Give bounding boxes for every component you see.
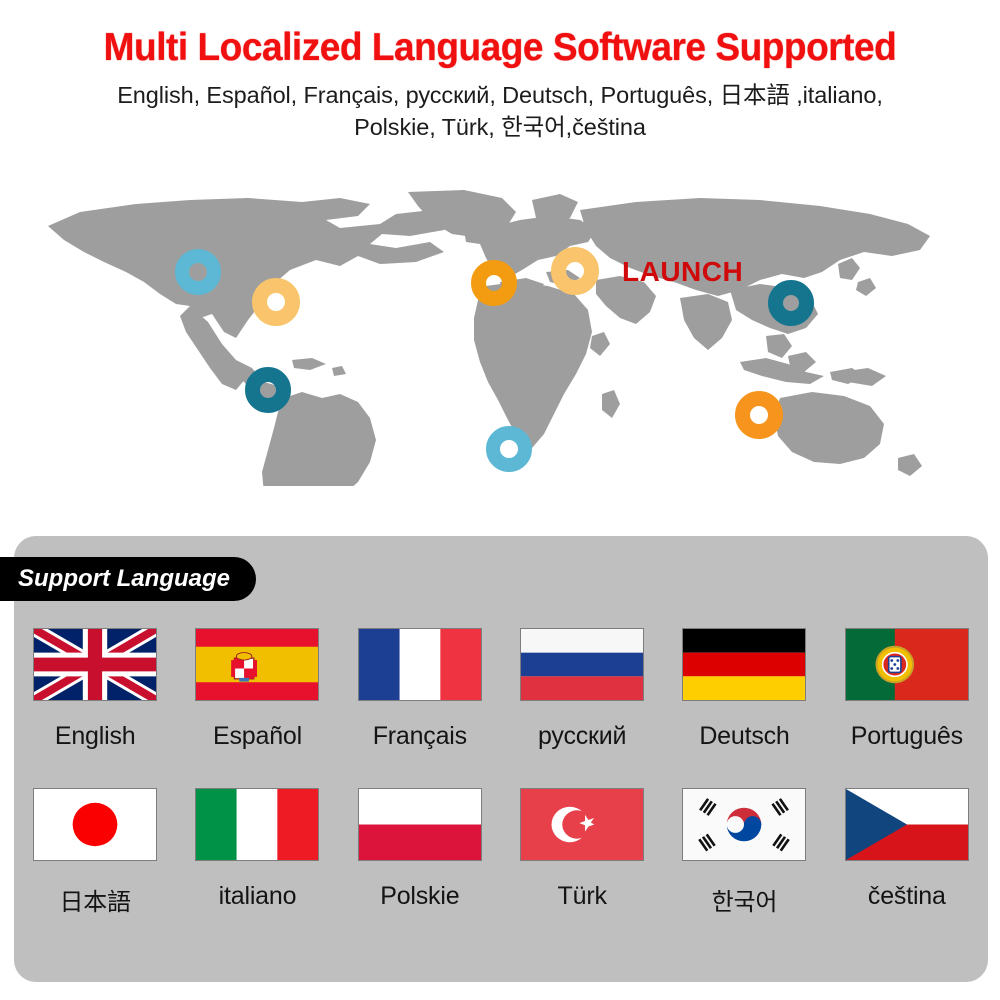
language-item-portugues[interactable]: Português	[826, 628, 988, 788]
language-label: Türk	[557, 882, 607, 910]
world-map: LAUNCH	[0, 186, 1000, 516]
marker-europe	[471, 260, 517, 306]
marker-africa-south	[486, 426, 532, 472]
language-label: Français	[372, 722, 467, 750]
support-language-badge-label: Support Language	[18, 565, 230, 592]
language-item-deutsch[interactable]: Deutsch	[663, 628, 825, 788]
language-label: čeština	[867, 882, 946, 910]
language-grid: English Español Français русский Deutsch…	[14, 628, 988, 953]
flag-uk-icon	[33, 628, 158, 701]
language-label: Português	[850, 722, 963, 750]
language-item-francais[interactable]: Français	[339, 628, 501, 788]
language-item-italiano[interactable]: italiano	[176, 788, 338, 953]
language-label: 한국어	[711, 888, 778, 916]
flag-poland-icon	[357, 788, 482, 861]
marker-south-america	[245, 367, 291, 413]
language-item-japanese[interactable]: 日本語	[14, 788, 176, 953]
flag-russia-icon	[520, 628, 645, 701]
language-item-espanol[interactable]: Español	[176, 628, 338, 788]
flag-france-icon	[357, 628, 482, 701]
header: Multi Localized Language Software Suppor…	[0, 0, 1000, 143]
flag-japan-icon	[33, 788, 158, 861]
language-label: русский	[538, 722, 627, 750]
language-item-korean[interactable]: 한국어	[663, 788, 825, 953]
flag-south-korea-icon	[682, 788, 807, 861]
language-item-english[interactable]: English	[14, 628, 176, 788]
flag-spain-icon	[195, 628, 320, 701]
language-item-russian[interactable]: русский	[501, 628, 663, 788]
language-label: Polskie	[380, 882, 460, 910]
page-subtitle: English, Español, Français, русский, Deu…	[35, 79, 965, 143]
language-item-turk[interactable]: Türk	[501, 788, 663, 953]
language-label: Deutsch	[699, 722, 790, 750]
language-item-polskie[interactable]: Polskie	[339, 788, 501, 953]
flag-turkey-icon	[520, 788, 645, 861]
marker-russia	[551, 247, 599, 295]
language-label: English	[54, 722, 136, 750]
marker-australia	[735, 391, 783, 439]
language-label: 日本語	[59, 888, 131, 916]
flag-italy-icon	[195, 788, 320, 861]
marker-east-asia	[768, 280, 814, 326]
language-label: italiano	[218, 882, 297, 910]
language-label: Español	[213, 722, 302, 750]
support-language-badge: Support Language	[0, 557, 256, 601]
marker-north-america-west	[175, 249, 221, 295]
flag-germany-icon	[682, 628, 807, 701]
flag-czech-icon	[844, 788, 969, 861]
subtitle-line-2: Polskie, Türk, 한국어,čeština	[354, 114, 646, 140]
page-title: Multi Localized Language Software Suppor…	[103, 26, 897, 69]
launch-brand-label: LAUNCH	[622, 256, 744, 287]
marker-north-america-east	[252, 278, 300, 326]
flag-portugal-icon	[844, 628, 969, 701]
language-item-cestina[interactable]: čeština	[826, 788, 988, 953]
subtitle-line-1: English, Español, Français, русский, Deu…	[117, 82, 883, 108]
